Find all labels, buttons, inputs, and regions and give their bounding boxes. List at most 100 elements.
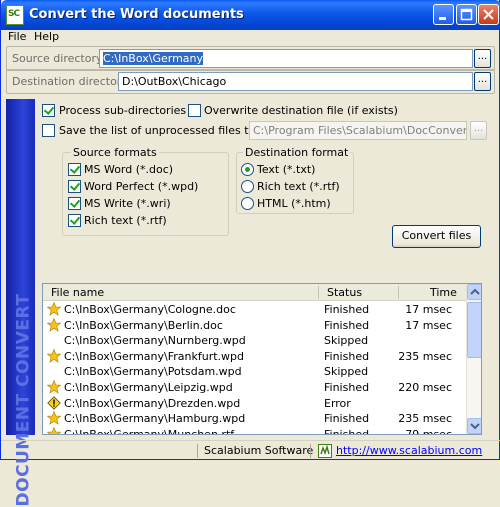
- source-directory-row: Source directory: C:\InBox\Germany ...: [6, 46, 495, 71]
- convert-files-button[interactable]: Convert files: [392, 225, 481, 248]
- status-cell: Finished: [324, 427, 370, 435]
- menu-bar: File Help: [1, 30, 500, 44]
- window-title: Convert the Word documents: [29, 7, 244, 22]
- table-row[interactable]: C:\InBox\Germany\Cologne.doc Finished 17 m…: [43, 301, 466, 317]
- status-cell: Error: [324, 396, 351, 410]
- website-link[interactable]: http://www.scalabium.com: [336, 444, 482, 457]
- column-file-name[interactable]: File name: [51, 286, 104, 299]
- source-directory-input[interactable]: C:\InBox\Germany: [99, 49, 473, 68]
- dest-rtf-label: Rich text (*.rtf): [257, 180, 340, 193]
- format-wpd-checkbox[interactable]: [68, 180, 81, 193]
- star-icon: [46, 426, 62, 434]
- destination-directory-label: Destination directory:: [12, 75, 131, 88]
- table-row[interactable]: C:\InBox\Germany\Frankfurt.wpd Finished 23…: [43, 348, 466, 364]
- time-cell: 235 msec: [398, 349, 452, 363]
- menu-help[interactable]: Help: [34, 30, 59, 43]
- time-cell: 235 msec: [398, 412, 452, 426]
- file-list[interactable]: File name Status Time C:\InBox\Germany\C…: [42, 283, 482, 435]
- destination-browse-button[interactable]: ...: [474, 72, 491, 91]
- status-cell: Finished: [324, 381, 370, 394]
- source-directory-value: C:\InBox\Germany: [103, 52, 204, 65]
- star-icon: [46, 301, 62, 316]
- status-divider: [310, 444, 311, 458]
- time-cell: 79 msec: [405, 427, 452, 435]
- process-subdirs-checkbox[interactable]: [42, 104, 55, 117]
- format-wpd-label: Word Perfect (*.wpd): [84, 180, 199, 193]
- destination-format-title: Destination format: [243, 146, 351, 159]
- file-list-header: File name Status Time: [43, 284, 466, 301]
- maximize-icon: [460, 8, 473, 21]
- file-name-cell: C:\InBox\Germany\Frankfurt.wpd: [64, 349, 244, 363]
- column-divider[interactable]: [398, 286, 399, 299]
- file-name-cell: C:\InBox\Germany\Drezden.wpd: [64, 396, 241, 410]
- scalabium-logo-icon: [318, 444, 332, 458]
- close-icon: [483, 9, 494, 20]
- dest-rtf-radio[interactable]: [241, 180, 254, 193]
- file-name-cell: C:\InBox\Germany\Munchen.rtf: [64, 427, 235, 435]
- minimize-icon: [439, 17, 446, 20]
- format-wri-label: MS Write (*.wri): [84, 197, 171, 210]
- file-name-cell: C:\InBox\Germany\Potsdam.wpd: [64, 365, 242, 379]
- scroll-down-button[interactable]: [467, 418, 481, 434]
- source-browse-button[interactable]: ...: [474, 49, 491, 68]
- status-cell: Finished: [324, 303, 370, 316]
- dest-htm-radio[interactable]: [241, 197, 254, 210]
- status-company: Scalabium Software: [204, 444, 314, 457]
- file-name-cell: C:\InBox\Germany\Nurnberg.wpd: [64, 334, 246, 348]
- time-cell: 17 msec: [405, 303, 452, 316]
- menu-file[interactable]: File: [8, 30, 26, 43]
- overwrite-checkbox[interactable]: [188, 104, 201, 117]
- log-browse-button[interactable]: ...: [470, 121, 487, 140]
- column-divider[interactable]: [318, 286, 319, 299]
- table-row[interactable]: C:\InBox\Germany\Berlin.doc Finished 17 ms…: [43, 317, 466, 333]
- time-cell: 220 msec: [398, 381, 452, 394]
- table-row[interactable]: C:\InBox\Germany\Leipzig.wpd Finished 220 …: [43, 379, 466, 395]
- side-banner: DOCUMENT CONVERT: [6, 99, 35, 507]
- minimize-button[interactable]: [433, 4, 454, 25]
- dest-txt-radio[interactable]: [241, 163, 254, 176]
- save-log-checkbox[interactable]: [42, 124, 55, 137]
- format-rtf-checkbox[interactable]: [68, 214, 81, 227]
- star-icon: [46, 410, 62, 426]
- title-bar[interactable]: SC Convert the Word documents: [1, 0, 500, 30]
- app-logo-icon: SC: [6, 5, 24, 25]
- format-rtf-label: Rich text (*.rtf): [84, 214, 167, 227]
- status-cell: Skipped: [324, 365, 369, 379]
- status-divider: [197, 444, 198, 458]
- maximize-button[interactable]: [456, 4, 477, 25]
- column-time[interactable]: Time: [430, 286, 457, 299]
- table-row[interactable]: C:\InBox\Germany\Munchen.rtf Finished 79 m…: [43, 426, 466, 435]
- log-path-input[interactable]: C:\Program Files\Scalabium\DocConvert\un…: [249, 121, 467, 140]
- scroll-thumb[interactable]: [467, 302, 481, 358]
- table-row[interactable]: C:\InBox\Germany\Potsdam.wpd Skipped: [43, 364, 466, 379]
- column-status[interactable]: Status: [327, 286, 362, 299]
- arrow-down-icon: [470, 423, 480, 430]
- table-row[interactable]: C:\InBox\Germany\Drezden.wpd Error: [43, 395, 466, 411]
- close-button[interactable]: [478, 4, 499, 25]
- vertical-scrollbar[interactable]: [466, 284, 481, 434]
- source-directory-label: Source directory:: [12, 52, 106, 65]
- process-subdirs-label: Process sub-directories: [59, 104, 187, 117]
- file-name-cell: C:\InBox\Germany\Berlin.doc: [64, 318, 223, 332]
- banner-text: DOCUMENT CONVERT: [13, 293, 34, 507]
- format-wri-checkbox[interactable]: [68, 197, 81, 210]
- dest-txt-label: Text (*.txt): [257, 163, 316, 176]
- file-name-cell: C:\InBox\Germany\Hamburg.wpd: [64, 412, 246, 426]
- status-cell: Finished: [324, 412, 370, 426]
- format-doc-checkbox[interactable]: [68, 163, 81, 176]
- time-cell: 17 msec: [405, 318, 452, 332]
- status-bar: Scalabium Software http://www.scalabium.…: [1, 440, 500, 460]
- arrow-up-icon: [470, 288, 480, 295]
- status-cell: Skipped: [324, 334, 369, 348]
- status-cell: Finished: [324, 349, 370, 363]
- star-icon: [46, 317, 62, 332]
- app-logo-text: SC: [8, 9, 20, 19]
- dest-htm-label: HTML (*.htm): [257, 197, 331, 210]
- scroll-up-button[interactable]: [467, 284, 481, 300]
- table-row[interactable]: C:\InBox\Germany\Nurnberg.wpd Skipped: [43, 333, 466, 348]
- table-row[interactable]: C:\InBox\Germany\Hamburg.wpd Finished 235 …: [43, 410, 466, 426]
- star-icon: [46, 348, 62, 363]
- warning-icon: [47, 395, 61, 410]
- destination-directory-input[interactable]: D:\OutBox\Chicago: [118, 72, 473, 91]
- source-formats-title: Source formats: [71, 146, 159, 159]
